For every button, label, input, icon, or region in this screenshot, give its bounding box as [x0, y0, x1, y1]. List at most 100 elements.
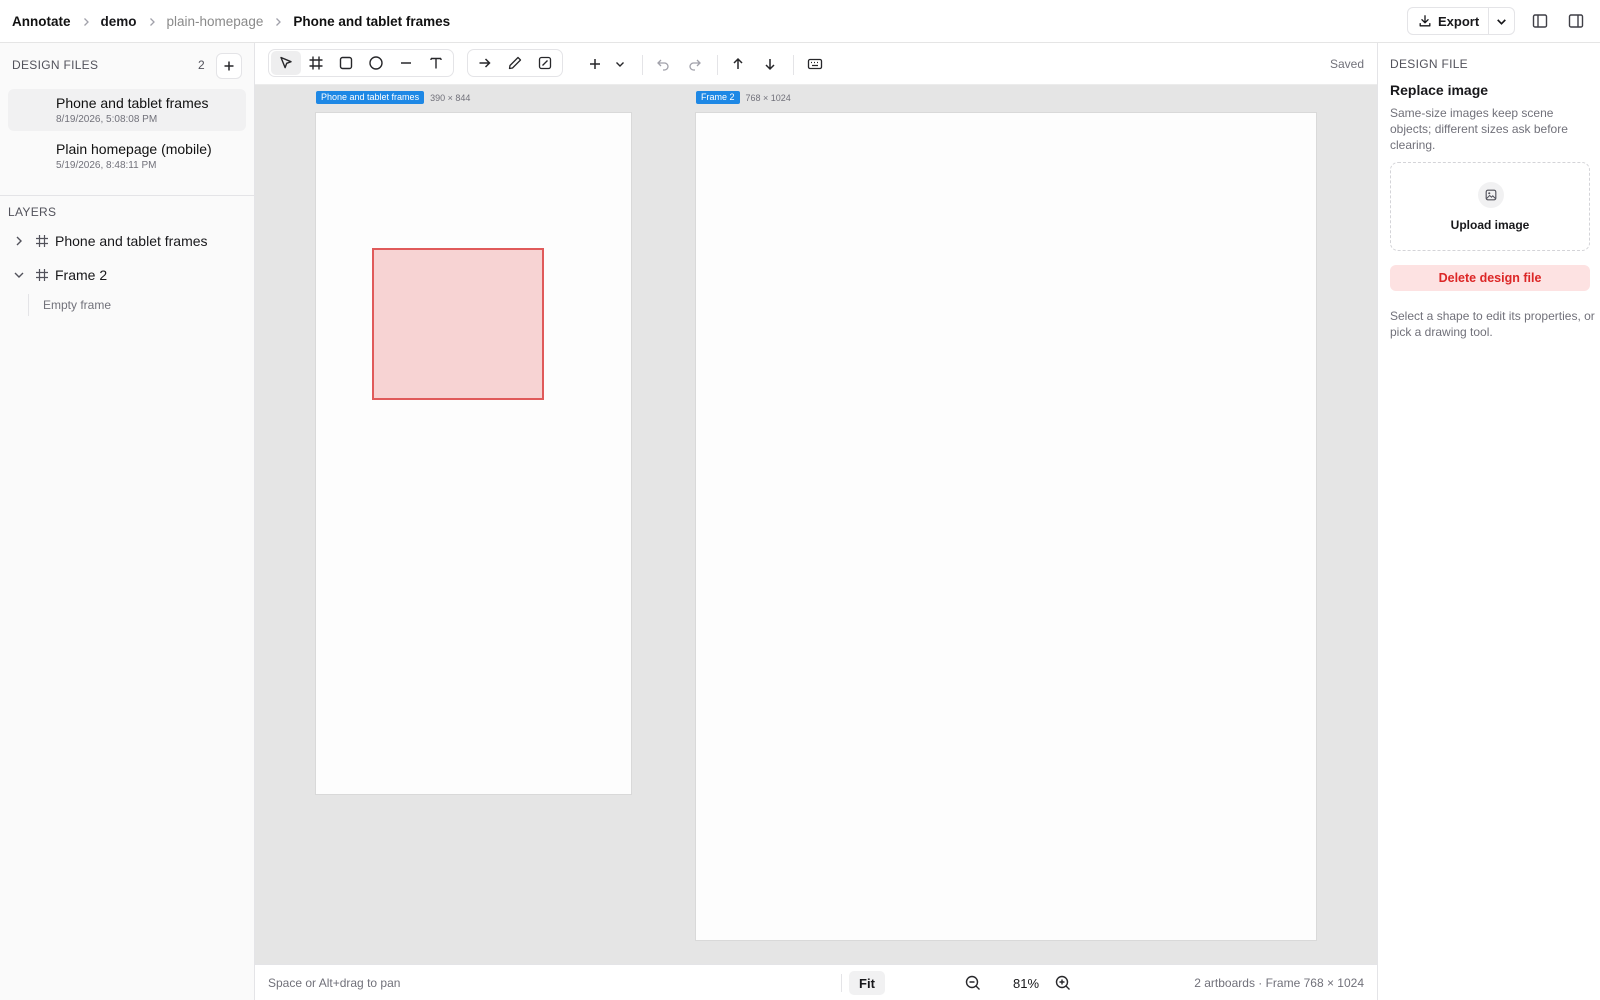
send-backward-button[interactable] — [759, 53, 781, 75]
plus-icon — [224, 61, 234, 71]
layer-name: Frame 2 — [55, 267, 108, 283]
add-design-file-button[interactable] — [216, 53, 242, 79]
redo-button[interactable] — [684, 53, 706, 75]
toggle-right-panel-icon[interactable] — [1567, 12, 1585, 30]
undo-button[interactable] — [652, 53, 674, 75]
design-file-date: 8/19/2026, 5:08:08 PM — [56, 114, 158, 125]
design-file-name: Phone and tablet frames — [56, 95, 209, 111]
toolbar-divider — [717, 55, 718, 75]
keyboard-icon — [807, 58, 823, 70]
design-files-count: 2 — [198, 58, 205, 72]
app-name[interactable]: Annotate — [12, 14, 71, 29]
canvas[interactable]: Phone and tablet frames 390 × 844 Frame … — [255, 43, 1377, 964]
bottom-bar: Space or Alt+drag to pan 81% Fit 2 artbo… — [255, 964, 1377, 1000]
inspector-caption: DESIGN FILE — [1390, 57, 1468, 71]
artboard-phone[interactable] — [316, 113, 631, 794]
text-tool[interactable] — [421, 51, 451, 75]
top-bar: Annotate demo plain-homepage Phone and t… — [0, 0, 1600, 43]
rectangle-tool[interactable] — [331, 51, 361, 75]
inspector-help-text: Select a shape to edit its properties, o… — [1390, 309, 1595, 339]
delete-design-file-button[interactable]: Delete design file — [1390, 265, 1590, 291]
keyboard-shortcuts-button[interactable] — [804, 53, 826, 75]
artboard-dimensions: 390 × 844 — [430, 92, 471, 103]
rectangle-shape[interactable] — [372, 248, 544, 400]
upload-image-dropzone[interactable]: Upload image — [1390, 162, 1590, 251]
send-backward-icon — [765, 59, 775, 71]
toggle-left-panel-icon[interactable] — [1531, 12, 1549, 30]
design-file-item[interactable]: Phone and tablet frames 8/19/2026, 5:08:… — [8, 89, 246, 131]
add-menu-dropdown[interactable] — [609, 53, 631, 75]
chevron-right-icon — [276, 17, 282, 26]
export-button-group: Export — [1407, 7, 1515, 35]
line-tool[interactable] — [391, 51, 421, 75]
frame-icon — [36, 235, 48, 247]
canvas-status: 2 artboards · Frame 768 × 1024 — [1194, 976, 1364, 990]
toolbar-divider — [642, 55, 643, 75]
save-status: Saved — [1330, 57, 1365, 71]
image-icon — [1478, 182, 1504, 208]
artboard-name-tag[interactable]: Phone and tablet frames — [316, 91, 425, 104]
zoom-out-icon[interactable] — [964, 974, 982, 992]
download-icon — [1419, 15, 1431, 27]
inspector-panel: DESIGN FILE Replace image Same-size imag… — [1377, 43, 1600, 1000]
add-button[interactable] — [584, 53, 606, 75]
bring-forward-icon — [733, 57, 743, 69]
breadcrumb-project[interactable]: demo — [101, 14, 137, 29]
redo-icon — [689, 59, 701, 71]
line-icon — [401, 62, 411, 64]
pencil-tool[interactable] — [500, 51, 530, 75]
layer-item[interactable]: Phone and tablet frames — [12, 230, 208, 252]
ellipse-tool[interactable] — [361, 51, 391, 75]
left-sidebar: DESIGN FILES 2 Phone and tablet frames 8… — [0, 43, 255, 1000]
bring-forward-button[interactable] — [727, 53, 749, 75]
chevron-down-icon[interactable] — [12, 268, 26, 282]
sidebar-divider — [0, 195, 255, 196]
image-icon — [538, 56, 552, 70]
layer-name: Phone and tablet frames — [55, 233, 208, 249]
pencil-icon — [508, 56, 522, 70]
inspector-title: Replace image — [1390, 82, 1489, 98]
chevron-right-icon — [83, 17, 89, 26]
breadcrumb-page[interactable]: plain-homepage — [167, 14, 264, 29]
empty-frame-label: Empty frame — [28, 294, 111, 316]
breadcrumb: Annotate demo plain-homepage Phone and t… — [12, 0, 450, 43]
rectangle-icon — [339, 56, 353, 70]
artboard-label[interactable]: Phone and tablet frames 390 × 844 — [316, 91, 470, 104]
chevron-down-icon — [1497, 18, 1506, 25]
frame-tool[interactable] — [301, 51, 331, 75]
select-tool[interactable] — [271, 51, 301, 75]
layer-item[interactable]: Frame 2 — [12, 264, 107, 286]
plus-icon — [590, 59, 600, 69]
select-icon — [280, 56, 292, 69]
arrow-icon — [479, 58, 491, 68]
shape-tools-group — [268, 49, 454, 77]
text-icon — [430, 57, 442, 69]
zoom-level: 81% — [1013, 976, 1040, 991]
arrow-tool[interactable] — [470, 51, 500, 75]
artboard-dimensions: 768 × 1024 — [745, 92, 791, 103]
artboard-label[interactable]: Frame 2 768 × 1024 — [696, 91, 791, 104]
ellipse-icon — [369, 56, 383, 70]
chevron-right-icon[interactable] — [12, 234, 26, 248]
toolbar — [255, 43, 1377, 85]
frame-icon — [309, 56, 323, 70]
bottom-divider — [841, 974, 842, 992]
fit-button[interactable]: Fit — [849, 971, 885, 995]
design-file-item[interactable]: Plain homepage (mobile) 5/19/2026, 8:48:… — [8, 135, 246, 177]
artboard-name-tag[interactable]: Frame 2 — [696, 91, 740, 104]
design-file-date: 5/19/2026, 8:48:11 PM — [56, 160, 157, 171]
design-file-name: Plain homepage (mobile) — [56, 141, 212, 157]
design-files-heading: DESIGN FILES — [12, 58, 99, 72]
layers-heading: LAYERS — [8, 205, 57, 219]
export-options-button[interactable] — [1489, 8, 1514, 34]
zoom-in-icon[interactable] — [1054, 974, 1072, 992]
image-tool[interactable] — [530, 51, 560, 75]
chevron-down-icon — [616, 62, 624, 67]
frame-icon — [36, 269, 48, 281]
pan-hint: Space or Alt+drag to pan — [268, 976, 401, 990]
artboard-tablet[interactable] — [696, 113, 1316, 940]
annotation-tools-group — [467, 49, 563, 77]
chevron-right-icon — [149, 17, 155, 26]
export-label: Export — [1438, 13, 1480, 29]
export-button[interactable]: Export — [1408, 8, 1490, 34]
